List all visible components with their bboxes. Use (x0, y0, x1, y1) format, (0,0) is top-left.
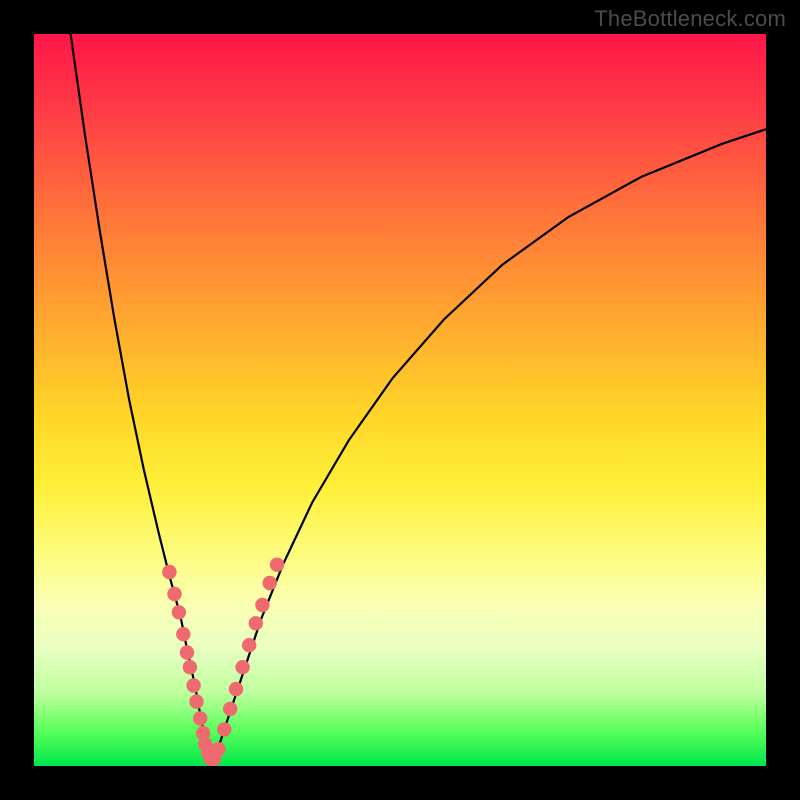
data-point (255, 598, 269, 612)
data-point (229, 682, 243, 696)
curve-right-branch (213, 129, 766, 762)
data-point (193, 711, 207, 725)
data-point (263, 576, 277, 590)
data-point (186, 678, 200, 692)
data-point (172, 605, 186, 619)
chart-overlay (34, 34, 766, 766)
chart-frame: TheBottleneck.com (0, 0, 800, 800)
data-point (223, 702, 237, 716)
data-point (235, 660, 249, 674)
data-point (167, 587, 181, 601)
data-point (180, 645, 194, 659)
data-point-group (162, 558, 284, 766)
data-point (176, 627, 190, 641)
data-point (211, 742, 225, 756)
data-point (162, 565, 176, 579)
data-point (217, 722, 231, 736)
watermark-text: TheBottleneck.com (594, 6, 786, 32)
data-point (183, 660, 197, 674)
data-point (270, 558, 284, 572)
data-point (242, 638, 256, 652)
data-point (189, 694, 203, 708)
data-point (249, 616, 263, 630)
